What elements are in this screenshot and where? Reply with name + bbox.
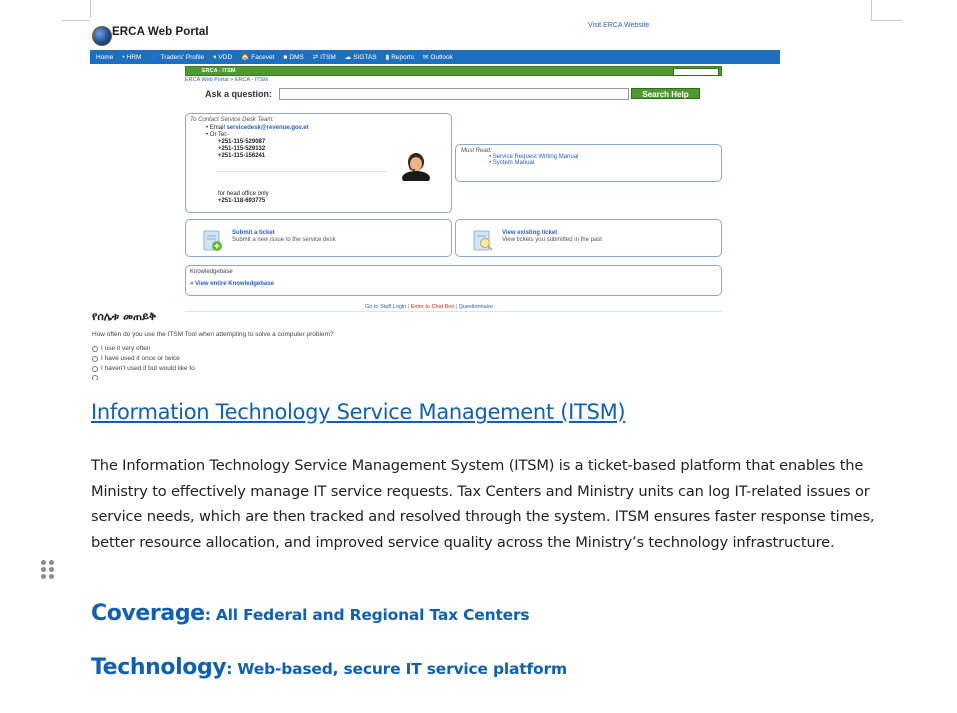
view-ticket-card[interactable]: View existing ticket View tickets you su… [455,219,722,257]
nav-item-label: Reports [391,53,414,61]
nav-item-dms[interactable]: ■ DMS [279,54,308,61]
bullet-icon: • [122,53,125,61]
home-icon: 🏠 [241,54,250,61]
ask-question-label: Ask a question: [205,89,273,99]
nav-item-outlook[interactable]: ✉ Outlook [419,53,458,62]
nav-item-reports[interactable]: ▮ Reports [382,53,419,62]
visit-website-link[interactable]: Visit ERCA Website [588,22,649,29]
survey-option-label: I have used it once or twice [101,355,180,362]
nav-item-label: Outlook [430,53,453,61]
survey-option[interactable] [92,375,98,380]
body-paragraph: The Information Technology Service Manag… [91,457,875,551]
nav-item-facevet[interactable]: 🏠 Facevet [237,53,279,62]
nav-item-sigtas[interactable]: ☁ SIGTAS [341,53,382,62]
technology-value: : Web-based, secure IT service platform [226,660,567,678]
contact-tel-line: • Or Tel:- [206,132,229,138]
service-desk-email-link[interactable]: servicedesk@revenue.gov.et [226,125,308,131]
submit-ticket-subtitle: Submit a new issue to the service desk [232,237,336,243]
survey-option-label: I haven't used if but would like to [101,365,195,372]
head-office-label: for head office only [218,191,269,197]
breadcrumb[interactable]: ERCA Web Portal > ERCA - ITSM [185,77,268,83]
chat-box-link[interactable]: Enter to Chat Box [411,304,454,310]
portal-logo-text: ERCA Web Portal [112,26,209,38]
must-read-box: Must Read: • Service Request Writing Man… [455,144,722,182]
submit-ticket-title[interactable]: Submit a ticket [232,230,275,236]
head-office-number: +251-118-693775 [218,198,266,204]
submit-ticket-icon [203,230,222,251]
view-knowledgebase-link[interactable]: » View entire Knowledgebase [190,281,274,287]
exchange-icon: ⇄ [312,54,319,61]
phone-number: +251-115-529087 [218,139,266,145]
nav-item-label: DMS [289,53,304,61]
portal-screenshot[interactable]: ERCA Web Portal Visit ERCA Website Home … [90,18,780,380]
view-ticket-subtitle: View tickets you submitted in the past [502,237,602,243]
nav-item-label: HRM [126,53,142,61]
service-agent-photo [402,153,430,181]
drag-handle-icon[interactable] [41,560,54,580]
portal-navbar: Home • HRM 👤 Traders' Profile ▾ VDD 🏠 Faceve… [90,50,780,64]
must-read-title: Must Read: [461,148,492,154]
nav-item-label: VDD [218,53,233,61]
radio-button[interactable] [92,345,98,352]
contact-divider [216,171,386,172]
nav-item-label: SIGTAS [353,53,377,61]
nav-item-label: ITSM [320,53,336,61]
nav-item-label: Traders' Profile [160,53,205,61]
nav-item-label: Facevet [251,53,275,61]
system-manual-link[interactable]: • System Manual [489,160,534,166]
radio-button[interactable] [92,355,98,362]
chart-icon: ▮ [385,54,390,61]
page-corner-mark-left [62,0,91,21]
globe-logo-icon [92,26,112,46]
knowledgebase-box: Knowledgebase » View entire Knowledgebas… [185,265,722,296]
radio-button[interactable] [92,375,98,380]
caret-icon: ▾ [213,54,217,61]
phone-number: +251-115-156241 [218,153,266,159]
itsm-bar-input[interactable] [673,68,719,76]
coverage-line: Coverage: All Federal and Regional Tax C… [91,601,530,626]
email-prefix: Email [209,125,227,131]
technology-line: Technology: Web-based, secure IT service… [91,655,567,680]
survey-title: የሰሌቱ መጠይቅ [92,310,157,323]
questionnaire-link[interactable]: Questionnaire [459,304,493,310]
coverage-value: : All Federal and Regional Tax Centers [204,606,530,624]
page-corner-mark-right [871,0,902,21]
view-ticket-icon [473,230,493,251]
nav-item-vdd[interactable]: ▾ VDD [209,53,237,62]
contact-email-line: • Email servicedesk@revenue.gov.et [206,125,309,131]
phone-number: +251-115-529132 [218,146,266,152]
survey-option[interactable]: I use it very often [92,345,151,352]
folder-icon: ■ [283,53,288,61]
link-label: System Manual [492,160,535,166]
search-help-button[interactable]: Search Help [631,88,700,99]
technology-label: Technology [91,655,227,680]
staff-login-link[interactable]: Go to Staff Login [365,304,406,310]
survey-question: How often do you use the ITSM Tool when … [92,331,334,338]
nav-item-traders-profile[interactable]: 👤 Traders' Profile [146,53,209,62]
tel-label: Or Tel:- [209,132,230,138]
user-icon: 👤 [150,54,159,61]
nav-item-home[interactable]: Home [90,54,118,61]
coverage-label: Coverage [91,601,205,626]
survey-divider [185,311,722,312]
knowledgebase-title: Knowledgebase [190,269,233,275]
section-heading: Information Technology Service Managemen… [91,400,626,424]
cloud-icon: ☁ [344,54,352,61]
survey-option[interactable]: I haven't used if but would like to [92,365,195,372]
survey-option-label: I use it very often [101,345,151,352]
itsm-bar-title: ERCA - ITSM [202,68,236,74]
survey-option[interactable]: I have used it once or twice [92,355,180,362]
ask-question-input[interactable] [279,88,629,100]
mail-icon: ✉ [422,54,429,61]
radio-button[interactable] [92,365,98,372]
contact-title: To Contact Service Desk Team: [190,117,274,123]
portal-footer-links: Go to Staff Login | Enter to Chat Box | … [365,304,493,310]
contact-service-desk-box: To Contact Service Desk Team: • Email se… [185,113,452,213]
nav-item-itsm[interactable]: ⇄ ITSM [309,53,341,62]
submit-ticket-card[interactable]: Submit a ticket Submit a new issue to th… [185,219,452,257]
nav-item-hrm[interactable]: • HRM [118,54,146,61]
nav-item-label: Home [96,53,114,61]
view-ticket-title[interactable]: View existing ticket [502,230,557,236]
itsm-title-bar: ERCA - ITSM [185,66,722,76]
